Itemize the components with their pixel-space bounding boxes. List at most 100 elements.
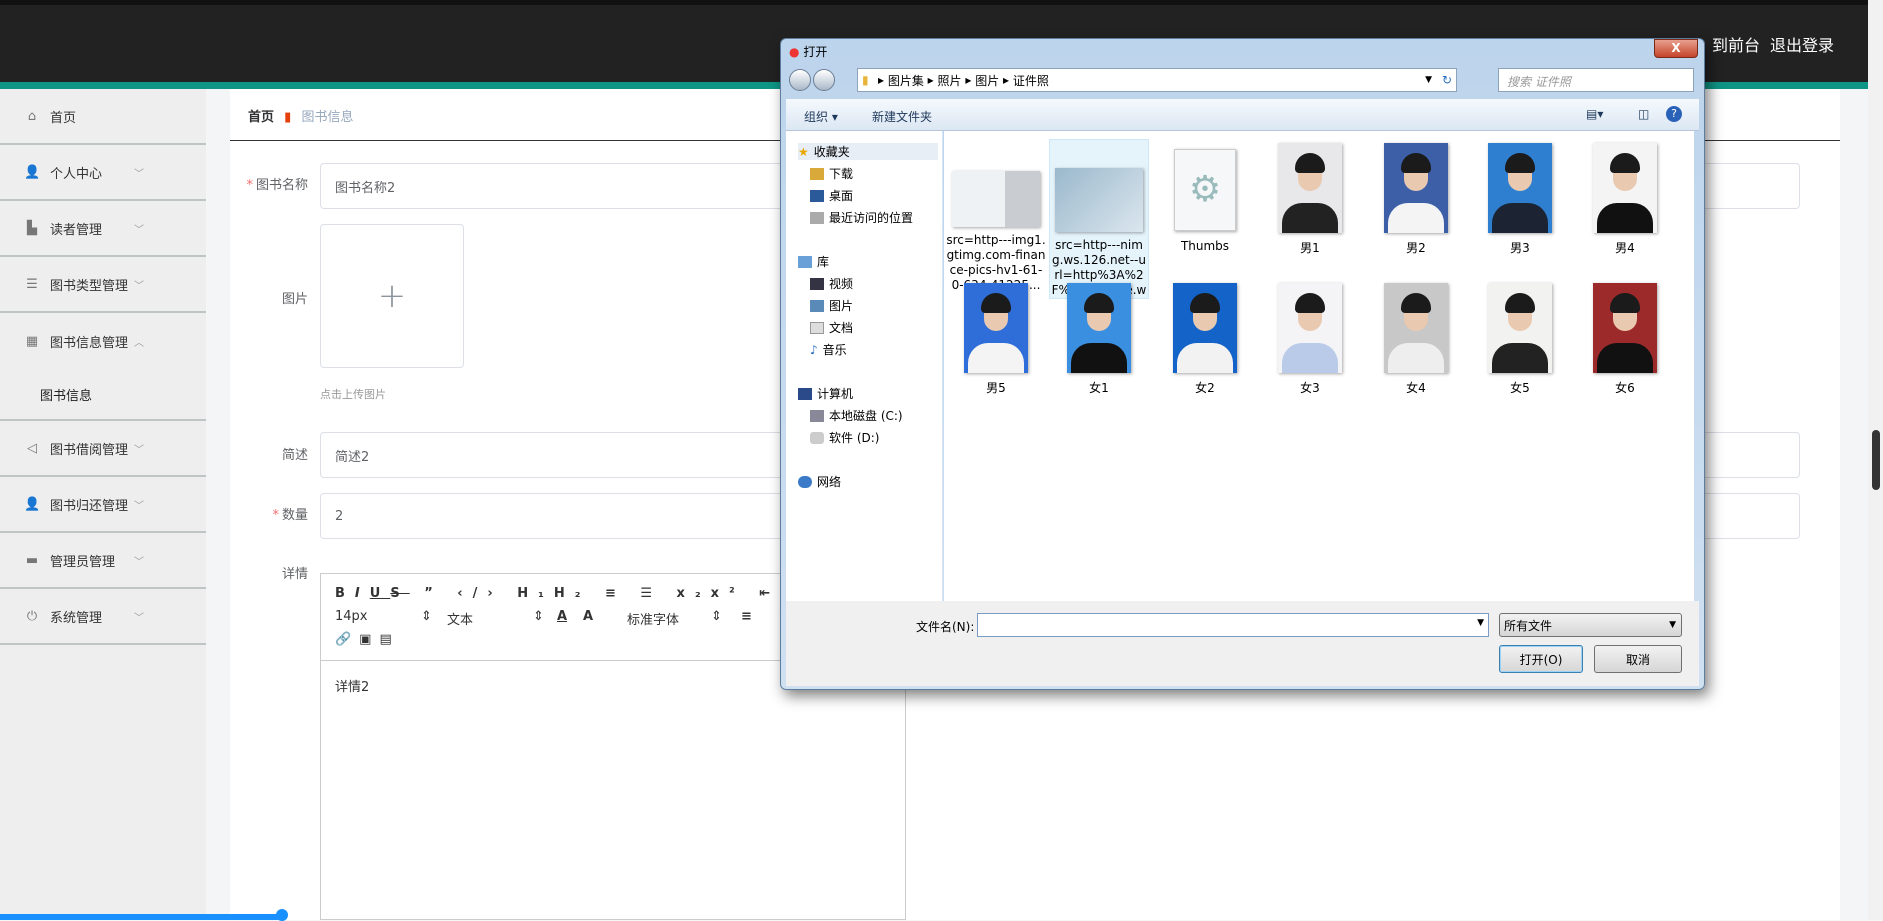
nav-drive-d[interactable]: 软件 (D:): [810, 429, 879, 446]
heading-select[interactable]: 文本: [447, 609, 473, 628]
file-item[interactable]: 女1: [1049, 279, 1149, 396]
sidebar-item[interactable]: 👤 个人中心 ﹀: [0, 145, 206, 201]
sidebar-item[interactable]: 👤 图书归还管理 ﹀: [0, 477, 206, 533]
media-tools[interactable]: 🔗▣▤: [335, 632, 400, 647]
drive-icon: [810, 431, 824, 444]
nav-libraries[interactable]: 库: [798, 253, 829, 270]
refresh-icon[interactable]: ↻: [1442, 73, 1452, 87]
background-color-icon[interactable]: A: [583, 609, 593, 624]
nav-desktop[interactable]: 桌面: [810, 187, 853, 204]
nav-downloads[interactable]: 下载: [810, 165, 853, 182]
nav-recent[interactable]: 最近访问的位置: [810, 209, 913, 226]
path-segment[interactable]: 照片: [938, 72, 962, 89]
file-type-select[interactable]: 所有文件 ▼: [1499, 613, 1682, 637]
file-item[interactable]: 男4: [1575, 139, 1675, 256]
file-item[interactable]: src=http---img1.gtimg.com-finance-pics-h…: [946, 139, 1046, 293]
file-item[interactable]: 男1: [1260, 139, 1360, 256]
organize-button[interactable]: 组织 ▾: [804, 108, 838, 125]
photo-thumbnail: [1173, 283, 1237, 373]
open-button[interactable]: 打开(O): [1499, 645, 1583, 673]
search-input[interactable]: 搜索 证件照: [1498, 68, 1694, 92]
close-button[interactable]: X: [1654, 39, 1698, 58]
navigation-pane: ★ 收藏夹 下载 桌面 最近访问的位置 库 视频 图片 文档 ♪ 音乐 计算机 本地…: [786, 131, 943, 601]
new-folder-button[interactable]: 新建文件夹: [872, 108, 932, 125]
help-icon[interactable]: ?: [1666, 106, 1682, 122]
file-item[interactable]: ⚙ Thumbs: [1155, 139, 1255, 254]
file-item[interactable]: 女3: [1260, 279, 1360, 396]
chevron-down-icon: ﹀: [134, 556, 144, 568]
nav-pictures[interactable]: 图片: [810, 297, 853, 314]
file-item[interactable]: 女5: [1470, 279, 1570, 396]
font-color-icon[interactable]: A: [557, 609, 567, 624]
nav-music[interactable]: ♪ 音乐: [810, 341, 847, 358]
cancel-button[interactable]: 取消: [1594, 645, 1682, 673]
file-name: Thumbs: [1180, 239, 1230, 253]
sidebar-subitem[interactable]: 图书信息: [0, 369, 206, 421]
editor-toolbar-row1[interactable]: BIUS ” ‹/› H₁H₂ ≡ ☰ x₂x² ⇤⇥: [335, 586, 801, 601]
filename-dropdown-icon[interactable]: ▼: [1477, 618, 1484, 628]
user-icon: 👤: [24, 496, 41, 512]
chrome-icon: ●: [789, 45, 800, 59]
path-segment[interactable]: 证件照: [1013, 72, 1049, 89]
filename-input[interactable]: ▼: [977, 613, 1489, 637]
downloads-icon: [810, 167, 824, 180]
page-scrollbar[interactable]: [1868, 0, 1883, 920]
desc-label: 简述: [281, 448, 308, 463]
file-item[interactable]: 男5: [946, 279, 1046, 396]
sidebar-item[interactable]: ▙ 读者管理 ﹀: [0, 201, 206, 257]
sidebar-item-label: 首页: [50, 110, 77, 126]
nav-documents[interactable]: 文档: [810, 319, 853, 336]
sidebar-item[interactable]: ▬ 管理员管理 ﹀: [0, 533, 206, 589]
file-name: 男4: [1615, 241, 1635, 255]
dialog-footer: 文件名(N): ▼ 所有文件 ▼ 打开(O) 取消: [786, 601, 1699, 686]
chevron-up-icon: ︿: [134, 337, 144, 349]
image-upload-button[interactable]: +: [320, 224, 464, 368]
view-options-icon[interactable]: ▤▾: [1586, 107, 1603, 121]
sidebar-item[interactable]: ◁ 图书借阅管理 ﹀: [0, 421, 206, 477]
document-icon: [810, 321, 824, 334]
file-item[interactable]: 男3: [1470, 139, 1570, 256]
address-bar[interactable]: ▮ ▸ 图片集 ▸ 照片 ▸ 图片 ▸ 证件照 ▼ ↻: [857, 68, 1457, 92]
scrollbar-thumb[interactable]: [1872, 430, 1880, 490]
editor-content[interactable]: 详情2: [335, 676, 369, 695]
nav-network[interactable]: 网络: [798, 473, 841, 490]
sliders-icon: ☰: [26, 276, 38, 292]
chevron-down-icon: ﹀: [134, 280, 144, 292]
to-front-link[interactable]: 到前台: [1712, 32, 1760, 56]
path-sep: ▸: [878, 73, 888, 87]
align-icon[interactable]: ≡: [741, 609, 752, 624]
file-item[interactable]: 女4: [1366, 279, 1466, 396]
nav-drive-c[interactable]: 本地磁盘 (C:): [810, 407, 903, 424]
photo-thumbnail: [1593, 283, 1657, 373]
sidebar-item-label: 图书信息管理: [50, 335, 129, 351]
back-button[interactable]: [789, 69, 811, 91]
path-segment[interactable]: 图片: [975, 72, 999, 89]
nav-favorites[interactable]: ★ 收藏夹: [798, 143, 938, 160]
forward-button[interactable]: [813, 69, 835, 91]
breadcrumb-home[interactable]: 首页: [248, 110, 274, 125]
path-segment[interactable]: 图片集: [888, 72, 924, 89]
file-item[interactable]: 男2: [1366, 139, 1466, 256]
sidebar-item[interactable]: ⌂ 首页: [0, 89, 206, 145]
qty-label: * 数量: [272, 508, 308, 523]
star-icon: ★: [798, 144, 809, 159]
file-item[interactable]: 女2: [1155, 279, 1255, 396]
library-icon: [798, 255, 812, 268]
address-dropdown-icon[interactable]: ▼: [1425, 75, 1432, 85]
font-family-select[interactable]: 标准字体: [627, 609, 679, 628]
file-name: 女2: [1195, 381, 1215, 395]
sidebar-item[interactable]: ⏻ 系统管理 ﹀: [0, 589, 206, 645]
path-sep: ▸: [923, 73, 938, 87]
nav-computer[interactable]: 计算机: [798, 385, 853, 402]
file-type-dropdown-icon: ▼: [1669, 620, 1676, 630]
sidebar-item[interactable]: ☰ 图书类型管理 ﹀: [0, 257, 206, 313]
preview-pane-icon[interactable]: ◫: [1638, 107, 1649, 121]
file-item[interactable]: src=http---nimg.ws.126.net--url=http%3A%…: [1049, 139, 1149, 299]
logout-link[interactable]: 退出登录: [1770, 32, 1834, 56]
nav-videos[interactable]: 视频: [810, 275, 853, 292]
font-size-select[interactable]: 14px: [335, 609, 368, 624]
photo-thumbnail: [1593, 143, 1657, 233]
sidebar-item[interactable]: ▦ 图书信息管理 ︿: [0, 313, 206, 369]
photo-thumbnail: [1278, 143, 1342, 233]
file-item[interactable]: 女6: [1575, 279, 1675, 396]
